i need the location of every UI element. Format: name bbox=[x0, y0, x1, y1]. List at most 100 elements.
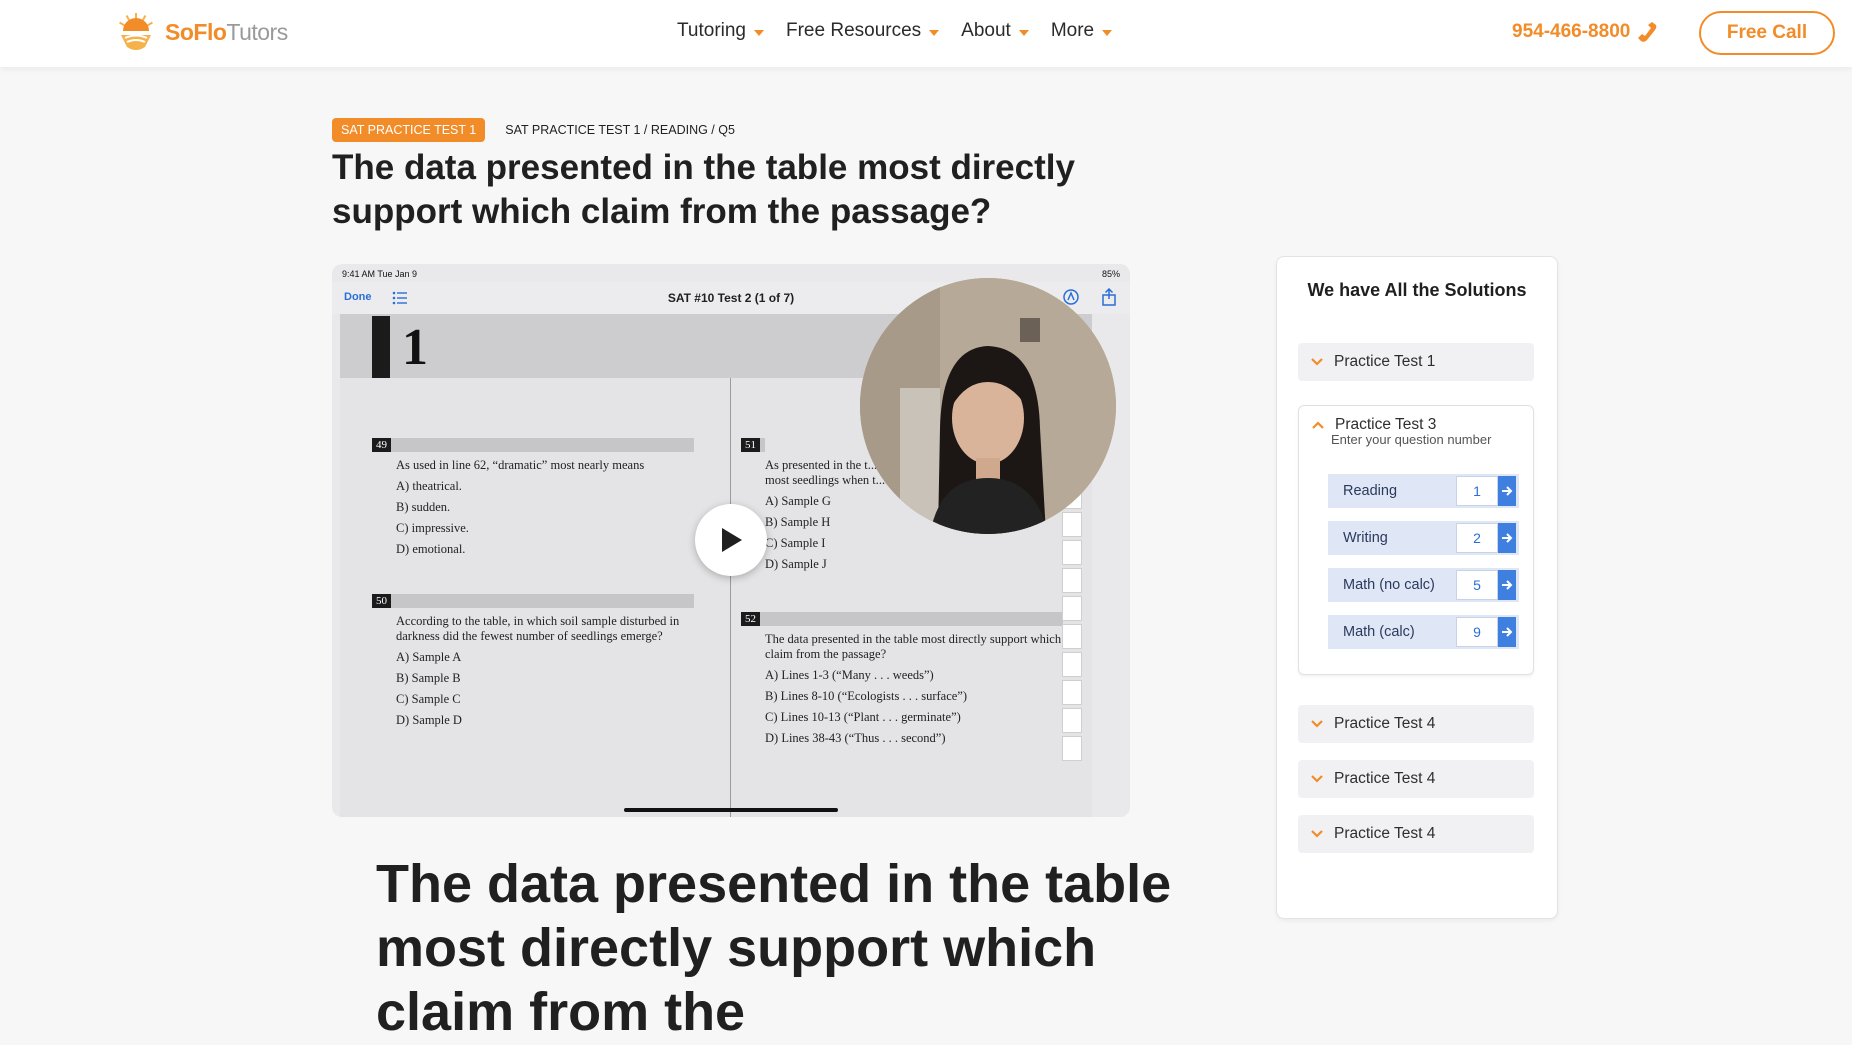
chevron-down-icon bbox=[929, 29, 940, 36]
nav-more-label: More bbox=[1050, 20, 1095, 41]
logo-brand: SoFlo bbox=[165, 18, 227, 45]
answer-option: C) Lines 10-13 (“Plant . . . germinate”) bbox=[765, 710, 961, 724]
chevron-down-icon bbox=[754, 29, 764, 36]
sidebar-title: We have All the Solutions bbox=[1307, 280, 1527, 300]
section-row-math-calc: Math (calc) 9 bbox=[1328, 615, 1519, 649]
answer-option: B) sudden. bbox=[396, 500, 451, 514]
accordion-practice-test-4[interactable]: Practice Test 4 bbox=[1298, 760, 1534, 798]
status-battery: 85% bbox=[1101, 269, 1120, 279]
answer-option: D) emotional. bbox=[396, 542, 466, 556]
question-52: 52 The data presented in the table most … bbox=[741, 612, 1063, 746]
accordion-practice-test-1[interactable]: Practice Test 1 bbox=[1298, 343, 1534, 381]
page-thumbnail bbox=[1062, 568, 1082, 593]
page-thumbnail bbox=[1062, 708, 1082, 733]
question-49: 49 As used in line 62, “dramatic” most n… bbox=[372, 438, 694, 557]
question-bar: 51 bbox=[741, 438, 765, 452]
section-row-reading: Reading 1 bbox=[1328, 474, 1519, 508]
section-label: Writing bbox=[1343, 530, 1388, 546]
accordion-label: Practice Test 4 bbox=[1334, 825, 1436, 842]
question-number-input[interactable]: 1 bbox=[1456, 476, 1498, 506]
answer-option: A) Lines 1-3 (“Many . . . weeds”) bbox=[765, 668, 934, 682]
question-bar: 50 bbox=[372, 594, 694, 608]
page-thumbnail bbox=[1062, 596, 1082, 621]
section-number: 1 bbox=[402, 319, 428, 376]
site-logo[interactable]: SoFloTutors bbox=[115, 11, 288, 53]
question-stem: As used in line 62, “dramatic” most near… bbox=[396, 458, 645, 472]
status-time: 9:41 AM Tue Jan 9 bbox=[342, 269, 418, 279]
answer-option: B) Sample B bbox=[396, 671, 461, 685]
answer-option: A) Sample A bbox=[396, 650, 462, 664]
page-thumbnail bbox=[1062, 512, 1082, 537]
video-player[interactable]: 9:41 AM Tue Jan 9 85% Done SAT #10 Test … bbox=[332, 264, 1130, 817]
question-number-input[interactable]: 2 bbox=[1456, 523, 1498, 553]
section-label: Math (no calc) bbox=[1343, 577, 1435, 593]
go-button[interactable] bbox=[1498, 570, 1516, 600]
tutor-webcam-bubble bbox=[860, 278, 1116, 534]
nav-more[interactable]: More bbox=[1050, 20, 1113, 42]
nav-free-resources[interactable]: Free Resources bbox=[786, 20, 940, 42]
chevron-down-icon bbox=[1311, 775, 1323, 783]
chevron-down-icon bbox=[1311, 830, 1323, 838]
arrow-right-icon bbox=[1502, 533, 1513, 543]
section-label: Math (calc) bbox=[1343, 624, 1415, 640]
chevron-down-icon bbox=[1018, 29, 1029, 36]
video-scrubber[interactable] bbox=[624, 808, 838, 812]
answer-option: B) Lines 8-10 (“Ecologists . . . surface… bbox=[765, 689, 968, 703]
page-thumbnail bbox=[1062, 540, 1082, 565]
nav-about[interactable]: About bbox=[961, 20, 1029, 42]
question-number: 50 bbox=[372, 594, 391, 608]
go-button[interactable] bbox=[1498, 476, 1516, 506]
question-bar: 49 bbox=[372, 438, 694, 452]
question-number: 51 bbox=[741, 438, 760, 452]
accordion-subtitle: Enter your question number bbox=[1331, 432, 1492, 447]
phone-icon bbox=[1638, 22, 1657, 42]
nav-about-label: About bbox=[961, 20, 1011, 41]
breadcrumb-path: SAT PRACTICE TEST 1 / READING / Q5 bbox=[505, 123, 735, 137]
tutor-portrait-image bbox=[860, 278, 1116, 534]
page-thumbnail bbox=[1062, 736, 1082, 761]
section-marker bbox=[372, 316, 390, 378]
answer-option: C) impressive. bbox=[396, 521, 469, 535]
arrow-right-icon bbox=[1502, 627, 1513, 637]
arrow-right-icon bbox=[1502, 486, 1513, 496]
answer-option: C) Sample I bbox=[765, 536, 826, 550]
chevron-down-icon bbox=[1311, 358, 1323, 366]
main-nav: Tutoring Free Resources About More bbox=[677, 20, 1113, 42]
question-bar: 52 bbox=[741, 612, 1063, 626]
section-row-math-no-calc: Math (no calc) 5 bbox=[1328, 568, 1519, 602]
logo-wordmark: SoFloTutors bbox=[165, 19, 288, 46]
page-thumbnail bbox=[1062, 680, 1082, 705]
go-button[interactable] bbox=[1498, 523, 1516, 553]
answer-option: A) theatrical. bbox=[396, 479, 462, 493]
free-call-button[interactable]: Free Call bbox=[1699, 11, 1835, 55]
page-thumbnail bbox=[1062, 624, 1082, 649]
section-label: Reading bbox=[1343, 483, 1398, 499]
test-badge[interactable]: SAT PRACTICE TEST 1 bbox=[332, 118, 486, 142]
question-number-input[interactable]: 5 bbox=[1456, 570, 1498, 600]
chevron-up-icon bbox=[1312, 421, 1324, 429]
page-title: The data presented in the table most dir… bbox=[332, 148, 1075, 231]
accordion-practice-test-4[interactable]: Practice Test 4 bbox=[1298, 705, 1534, 743]
breadcrumb: SAT PRACTICE TEST 1 SAT PRACTICE TEST 1 … bbox=[332, 118, 735, 142]
logo-suffix: Tutors bbox=[226, 18, 288, 45]
play-icon bbox=[722, 528, 742, 552]
answer-option: C) Sample C bbox=[396, 692, 461, 706]
accordion-label: Practice Test 4 bbox=[1334, 715, 1436, 732]
answer-option: D) Sample J bbox=[765, 557, 827, 571]
nav-tutoring-label: Tutoring bbox=[677, 20, 746, 41]
question-stem: The data presented in the table most dir… bbox=[765, 632, 1062, 661]
play-button[interactable] bbox=[695, 504, 767, 576]
page-thumbnail bbox=[1062, 652, 1082, 677]
column-divider bbox=[730, 378, 731, 817]
nav-free-resources-label: Free Resources bbox=[786, 20, 922, 41]
phone-link[interactable]: 954-466-8800 bbox=[1512, 20, 1658, 44]
go-button[interactable] bbox=[1498, 617, 1516, 647]
question-stem: According to the table, in which soil sa… bbox=[396, 614, 680, 643]
question-number: 49 bbox=[372, 438, 391, 452]
accordion-practice-test-4[interactable]: Practice Test 4 bbox=[1298, 815, 1534, 853]
question-number-input[interactable]: 9 bbox=[1456, 617, 1498, 647]
chevron-down-icon bbox=[1102, 29, 1113, 36]
accordion-label: Practice Test 4 bbox=[1334, 770, 1436, 787]
accordion-practice-test-3: Practice Test 3 Enter your question numb… bbox=[1298, 405, 1534, 675]
nav-tutoring[interactable]: Tutoring bbox=[677, 20, 764, 42]
